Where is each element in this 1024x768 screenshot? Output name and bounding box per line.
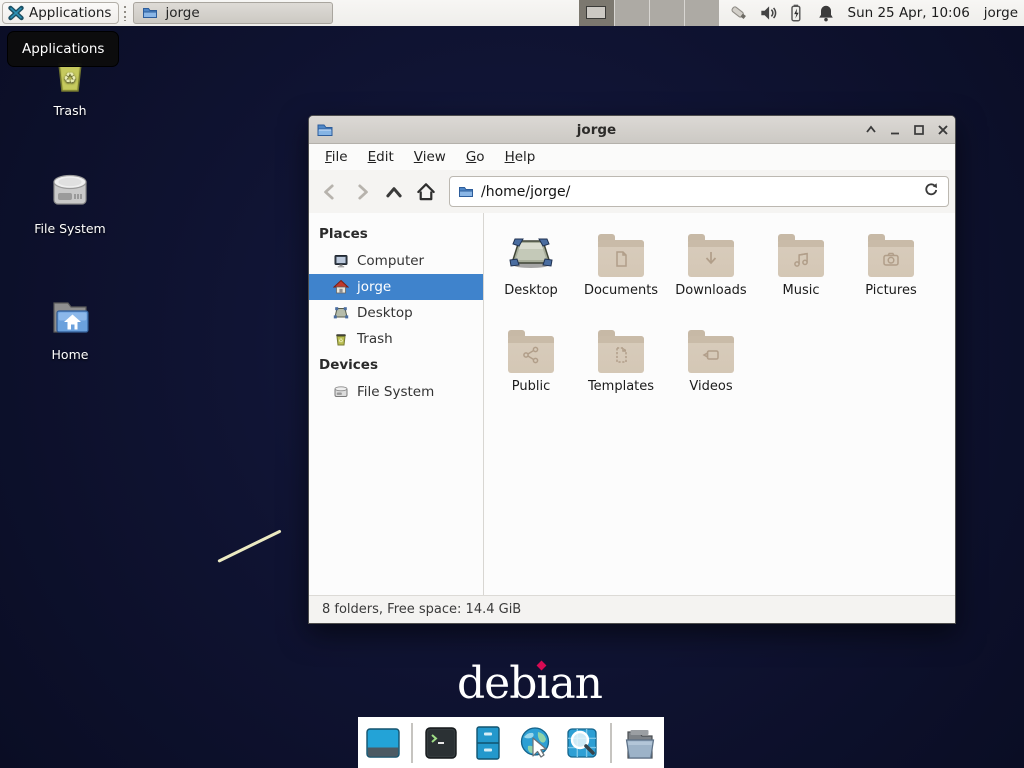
menu-bar: File Edit View Go Help bbox=[309, 144, 955, 170]
taskbar-window-label: jorge bbox=[165, 5, 199, 21]
desktop-icon-home[interactable]: Home bbox=[22, 294, 118, 362]
status-bar: 8 folders, Free space: 14.4 GiB bbox=[309, 595, 955, 623]
folder-item-videos[interactable]: Videos bbox=[666, 325, 756, 421]
battery-charging-icon[interactable] bbox=[787, 3, 807, 23]
menu-help[interactable]: Help bbox=[495, 149, 546, 165]
workspace-2[interactable] bbox=[614, 0, 649, 26]
places-header: Places bbox=[309, 221, 483, 248]
menu-file[interactable]: File bbox=[315, 149, 358, 165]
home-folder-icon bbox=[46, 294, 94, 342]
sidebar-item-desktop[interactable]: Desktop bbox=[309, 300, 483, 326]
svg-text:♻: ♻ bbox=[63, 69, 76, 87]
desktop-special-icon bbox=[507, 229, 555, 277]
folder-item-music[interactable]: Music bbox=[756, 229, 846, 325]
workspace-1[interactable] bbox=[579, 0, 614, 26]
dock-separator bbox=[411, 723, 413, 763]
close-button[interactable] bbox=[931, 116, 955, 144]
back-button[interactable] bbox=[315, 177, 345, 207]
desktop-root: Applications jorge bbox=[0, 0, 1024, 768]
web-browser-icon[interactable] bbox=[516, 724, 554, 762]
home-button[interactable] bbox=[411, 177, 441, 207]
folder-grid: Desktop Documents bbox=[484, 213, 955, 595]
show-desktop-icon[interactable] bbox=[364, 724, 402, 762]
path-folder-icon bbox=[458, 184, 474, 200]
notification-bell-icon[interactable] bbox=[816, 3, 836, 23]
menu-go[interactable]: Go bbox=[456, 149, 495, 165]
download-arrow-folder-icon bbox=[688, 240, 734, 277]
taskbar-window-button[interactable]: jorge bbox=[133, 2, 333, 24]
shade-button[interactable] bbox=[859, 116, 883, 144]
applications-tooltip: Applications bbox=[7, 31, 119, 67]
debian-wordmark: debıan bbox=[457, 658, 602, 709]
current-path[interactable]: /home/jorge/ bbox=[481, 184, 916, 200]
stylus-icon[interactable] bbox=[729, 3, 749, 23]
template-page-folder-icon bbox=[598, 336, 644, 373]
svg-text:♻: ♻ bbox=[339, 339, 344, 345]
workspace-4[interactable] bbox=[684, 0, 719, 26]
folder-item-downloads[interactable]: Downloads bbox=[666, 229, 756, 325]
xfce-x-icon bbox=[8, 5, 24, 21]
blue-folder-icon bbox=[142, 5, 158, 21]
panel-clock[interactable]: Sun 25 Apr, 10:06 bbox=[848, 5, 970, 21]
music-notes-folder-icon bbox=[778, 240, 824, 277]
cursor-trail-line bbox=[217, 529, 281, 562]
location-bar[interactable]: /home/jorge/ bbox=[449, 176, 949, 207]
folder-item-public[interactable]: Public bbox=[486, 325, 576, 421]
devices-header: Devices bbox=[309, 352, 483, 379]
file-cabinet-icon[interactable] bbox=[469, 724, 507, 762]
forward-button[interactable] bbox=[347, 177, 377, 207]
folder-item-documents[interactable]: Documents bbox=[576, 229, 666, 325]
file-manager-window: jorge File Edit View Go Help bbox=[308, 115, 956, 624]
reload-button[interactable] bbox=[923, 181, 940, 202]
window-titlebar[interactable]: jorge bbox=[309, 116, 955, 144]
video-camera-folder-icon bbox=[688, 336, 734, 373]
sidebar-item-file-system[interactable]: File System bbox=[309, 379, 483, 405]
desktop-icon-label: File System bbox=[22, 221, 118, 236]
sidebar-item-computer[interactable]: Computer bbox=[309, 248, 483, 274]
application-finder-icon[interactable] bbox=[563, 724, 601, 762]
desktop-icon bbox=[333, 305, 349, 321]
document-glyph-folder-icon bbox=[598, 240, 644, 277]
bottom-dock-panel bbox=[358, 717, 664, 768]
window-body: Places Computer jo bbox=[309, 213, 955, 595]
workspace-window-thumb bbox=[586, 6, 606, 19]
desktop-icon-file-system[interactable]: File System bbox=[22, 168, 118, 236]
system-tray bbox=[729, 3, 836, 23]
applications-menu-button[interactable]: Applications bbox=[2, 2, 119, 24]
folder-item-templates[interactable]: Templates bbox=[576, 325, 666, 421]
panel-username[interactable]: jorge bbox=[984, 5, 1018, 21]
terminal-icon[interactable] bbox=[422, 724, 460, 762]
folder-item-desktop[interactable]: Desktop bbox=[486, 229, 576, 325]
share-folder-icon bbox=[508, 336, 554, 373]
dock-separator bbox=[610, 723, 612, 763]
applications-menu-label: Applications bbox=[29, 5, 111, 21]
maximize-button[interactable] bbox=[907, 116, 931, 144]
computer-icon bbox=[333, 253, 349, 269]
hard-drive-icon bbox=[46, 168, 94, 216]
status-text: 8 folders, Free space: 14.4 GiB bbox=[322, 602, 521, 617]
sidebar-item-trash[interactable]: ♻ Trash bbox=[309, 326, 483, 352]
menu-edit[interactable]: Edit bbox=[358, 149, 404, 165]
window-folder-icon bbox=[316, 121, 334, 139]
trash-icon: ♻ bbox=[333, 331, 349, 347]
sidebar: Places Computer jo bbox=[309, 213, 484, 595]
desktop-icon-label: Trash bbox=[22, 103, 118, 118]
workspace-3[interactable] bbox=[649, 0, 684, 26]
menu-view[interactable]: View bbox=[404, 149, 456, 165]
directory-menu-icon[interactable] bbox=[621, 724, 659, 762]
camera-folder-icon bbox=[868, 240, 914, 277]
sidebar-item-jorge[interactable]: jorge bbox=[309, 274, 483, 300]
top-panel: Applications jorge bbox=[0, 0, 1024, 26]
minimize-button[interactable] bbox=[883, 116, 907, 144]
workspace-pager bbox=[579, 0, 719, 26]
panel-grip-handle[interactable] bbox=[121, 5, 129, 21]
folder-item-pictures[interactable]: Pictures bbox=[846, 229, 936, 325]
drive-icon bbox=[333, 384, 349, 400]
up-button[interactable] bbox=[379, 177, 409, 207]
window-title: jorge bbox=[334, 122, 859, 138]
volume-icon[interactable] bbox=[758, 3, 778, 23]
desktop-icon-label: Home bbox=[22, 347, 118, 362]
home-icon bbox=[333, 279, 349, 295]
toolbar: /home/jorge/ bbox=[309, 170, 955, 213]
